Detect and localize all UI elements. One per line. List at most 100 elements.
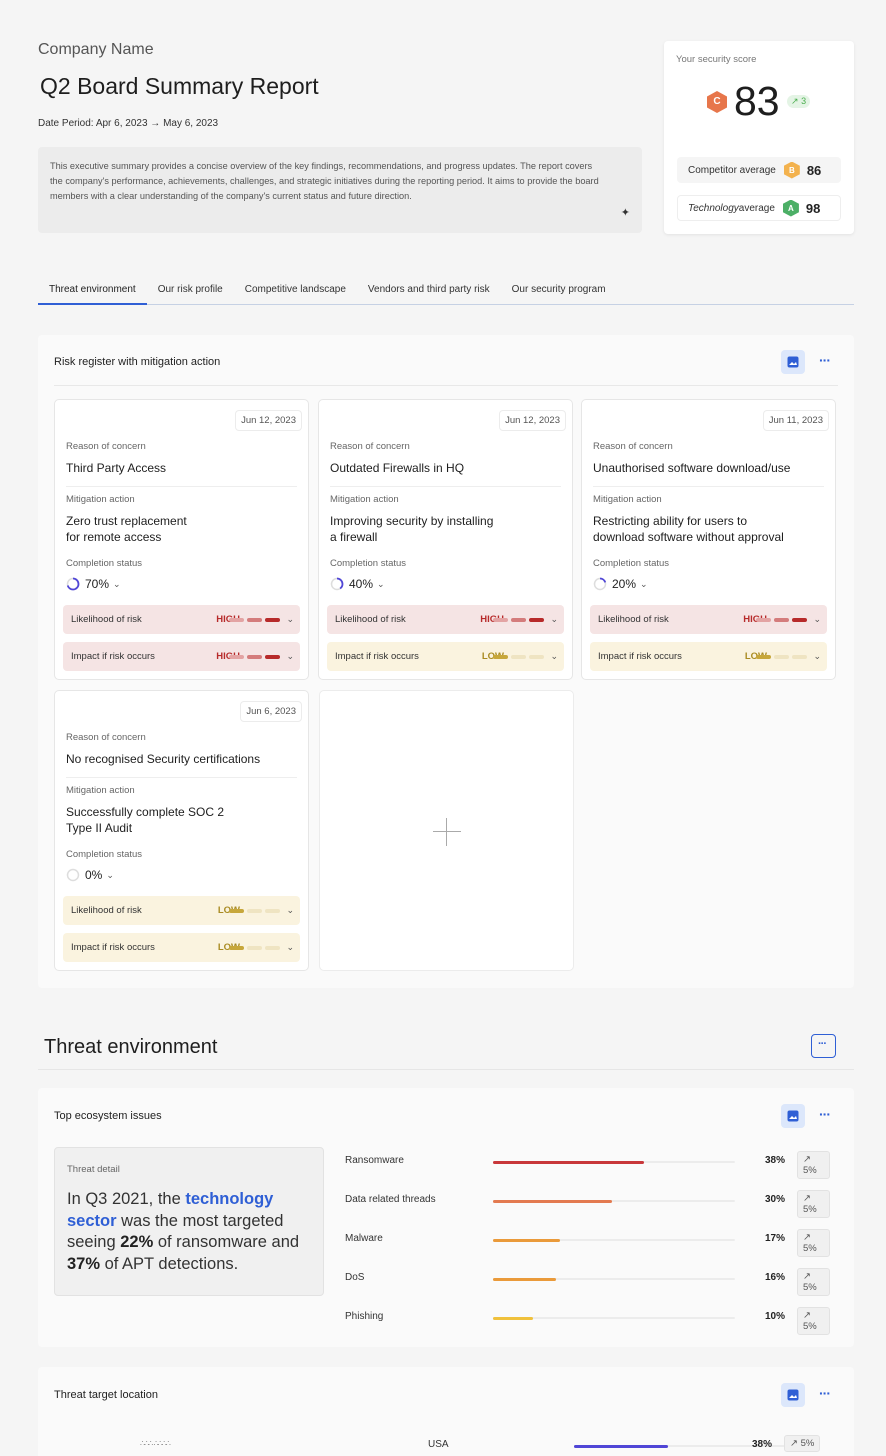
reason-label: Reason of concern bbox=[330, 441, 410, 452]
level-bars bbox=[753, 617, 807, 622]
completion-value: 0% bbox=[85, 868, 103, 882]
reason-value: Third Party Access bbox=[66, 461, 167, 475]
more-options-icon[interactable]: ··· bbox=[819, 1385, 831, 1401]
mitigation-value: Successfully complete SOC 2 Type II Audi… bbox=[66, 805, 225, 835]
risk-date: Jun 12, 2023 bbox=[235, 410, 302, 431]
risk-card[interactable]: Jun 12, 2023 Reason of concern Outdated … bbox=[318, 399, 573, 680]
likelihood-row[interactable]: Likelihood of risk HIGH ⌄ bbox=[63, 605, 300, 634]
more-options-icon[interactable]: ··· bbox=[819, 352, 831, 368]
risk-card[interactable]: Jun 12, 2023 Reason of concern Third Par… bbox=[54, 399, 309, 680]
risk-date: Jun 11, 2023 bbox=[762, 410, 829, 431]
more-options-icon[interactable]: ··· bbox=[819, 1106, 831, 1122]
executive-summary: This executive summary provides a concis… bbox=[38, 147, 642, 233]
issue-bar bbox=[493, 1160, 644, 1164]
chevron-down-icon: ⌄ bbox=[377, 578, 385, 589]
level-bars bbox=[490, 617, 544, 622]
completion-value: 40% bbox=[349, 577, 374, 591]
image-icon bbox=[787, 356, 799, 368]
completion-dropdown[interactable]: 0% ⌄ bbox=[66, 868, 114, 882]
grade-badge-icon: B bbox=[783, 161, 800, 179]
score-trend-badge: ↗ 3 bbox=[787, 95, 811, 108]
tab-our-security-program[interactable]: Our security program bbox=[501, 283, 617, 305]
issue-row: Data related threads 30% ↗ 5% bbox=[345, 1190, 830, 1218]
detail-text-part: of ransomware and bbox=[153, 1233, 300, 1251]
impact-row[interactable]: Impact if risk occurs HIGH ⌄ bbox=[63, 642, 300, 671]
location-trend-badge: ↗ 5% bbox=[784, 1435, 821, 1452]
impact-row[interactable]: Impact if risk occurs LOW ⌄ bbox=[63, 933, 300, 962]
security-score: 83 bbox=[734, 78, 780, 124]
add-risk-card-button[interactable] bbox=[319, 690, 574, 971]
issue-percent: 17% bbox=[765, 1233, 786, 1244]
likelihood-label: Likelihood of risk bbox=[335, 614, 406, 625]
chevron-down-icon: ⌄ bbox=[286, 614, 294, 624]
impact-label: Impact if risk occurs bbox=[71, 651, 155, 662]
location-percent: 38% bbox=[752, 1439, 773, 1450]
level-bars bbox=[226, 617, 280, 622]
tab-vendors-third-party-risk[interactable]: Vendors and third party risk bbox=[357, 283, 501, 305]
impact-row[interactable]: Impact if risk occurs LOW ⌄ bbox=[327, 642, 564, 671]
issue-trend-badge: ↗ 5% bbox=[797, 1151, 830, 1179]
progress-ring-icon bbox=[593, 577, 607, 591]
likelihood-label: Likelihood of risk bbox=[598, 614, 669, 625]
issue-bar-track bbox=[493, 1277, 735, 1281]
detail-stat: 37% bbox=[67, 1254, 101, 1273]
mitigation-label: Mitigation action bbox=[330, 494, 399, 505]
level-bars bbox=[753, 654, 807, 659]
issue-name: Malware bbox=[345, 1233, 383, 1244]
issue-percent: 16% bbox=[765, 1272, 786, 1283]
mitigation-value: Improving security by installing a firew… bbox=[330, 514, 494, 544]
completion-label: Completion status bbox=[593, 558, 670, 569]
section-options-button[interactable]: ··· bbox=[811, 1034, 836, 1058]
image-export-button[interactable] bbox=[781, 1104, 805, 1128]
risk-date: Jun 6, 2023 bbox=[240, 701, 302, 722]
section-title: Threat environment bbox=[44, 1036, 218, 1058]
likelihood-row[interactable]: Likelihood of risk HIGH ⌄ bbox=[327, 605, 564, 634]
completion-dropdown[interactable]: 20% ⌄ bbox=[593, 577, 648, 591]
image-export-button[interactable] bbox=[781, 350, 805, 374]
risk-card[interactable]: Jun 6, 2023 Reason of concern No recogni… bbox=[54, 690, 309, 971]
chevron-down-icon: ⌄ bbox=[286, 905, 294, 915]
tab-our-risk-profile[interactable]: Our risk profile bbox=[147, 283, 234, 305]
risk-card[interactable]: Jun 11, 2023 Reason of concern Unauthori… bbox=[581, 399, 836, 680]
ecosystem-issues-panel: Top ecosystem issues ··· Threat detail I… bbox=[38, 1088, 854, 1347]
ai-sparkle-icon[interactable]: ✦ bbox=[621, 206, 630, 221]
image-export-button[interactable] bbox=[781, 1383, 805, 1407]
likelihood-row[interactable]: Likelihood of risk LOW ⌄ bbox=[63, 896, 300, 925]
impact-row[interactable]: Impact if risk occurs LOW ⌄ bbox=[590, 642, 827, 671]
issue-percent: 38% bbox=[765, 1155, 786, 1166]
issue-name: Phishing bbox=[345, 1311, 384, 1322]
reason-value: Outdated Firewalls in HQ bbox=[330, 461, 465, 475]
likelihood-row[interactable]: Likelihood of risk HIGH ⌄ bbox=[590, 605, 827, 634]
progress-ring-icon bbox=[66, 868, 80, 882]
location-bar-track bbox=[574, 1444, 810, 1448]
issue-row: Ransomware 38% ↗ 5% bbox=[345, 1151, 830, 1179]
mitigation-value: Zero trust replacement for remote access bbox=[66, 514, 187, 544]
plus-icon bbox=[433, 818, 461, 846]
issue-trend-badge: ↗ 5% bbox=[797, 1307, 830, 1335]
threat-detail-label: Threat detail bbox=[67, 1164, 120, 1175]
reason-label: Reason of concern bbox=[66, 441, 146, 452]
competitor-average-value: 86 bbox=[806, 162, 822, 178]
report-tabs: Threat environment Our risk profile Comp… bbox=[38, 283, 854, 305]
issue-row: Phishing 10% ↗ 5% bbox=[345, 1307, 830, 1335]
level-bars bbox=[226, 654, 280, 659]
summary-text: This executive summary provides a concis… bbox=[50, 161, 599, 201]
detail-stat: 22% bbox=[120, 1233, 154, 1251]
competitor-average: Competitor average B 86 bbox=[677, 157, 841, 183]
world-map-icon: ∴∴∴ ∴∴∴∴ bbox=[140, 1439, 171, 1448]
issue-trend-badge: ↗ 5% bbox=[797, 1268, 830, 1296]
tab-threat-environment[interactable]: Threat environment bbox=[38, 283, 147, 305]
chevron-down-icon: ⌄ bbox=[286, 651, 294, 661]
company-name: Company Name bbox=[38, 41, 154, 58]
completion-dropdown[interactable]: 40% ⌄ bbox=[330, 577, 385, 591]
reason-label: Reason of concern bbox=[593, 441, 673, 452]
chevron-down-icon: ⌄ bbox=[813, 651, 821, 661]
completion-value: 20% bbox=[612, 577, 637, 591]
location-row: USA 38% ↗ 5% bbox=[428, 1435, 848, 1455]
level-bars bbox=[226, 945, 280, 950]
completion-dropdown[interactable]: 70% ⌄ bbox=[66, 577, 121, 591]
score-trend-value: 3 bbox=[801, 96, 807, 106]
impact-label: Impact if risk occurs bbox=[598, 651, 682, 662]
threat-location-panel: Threat target location ··· ∴∴∴ ∴∴∴∴ USA … bbox=[38, 1367, 854, 1456]
tab-competitive-landscape[interactable]: Competitive landscape bbox=[234, 283, 357, 305]
